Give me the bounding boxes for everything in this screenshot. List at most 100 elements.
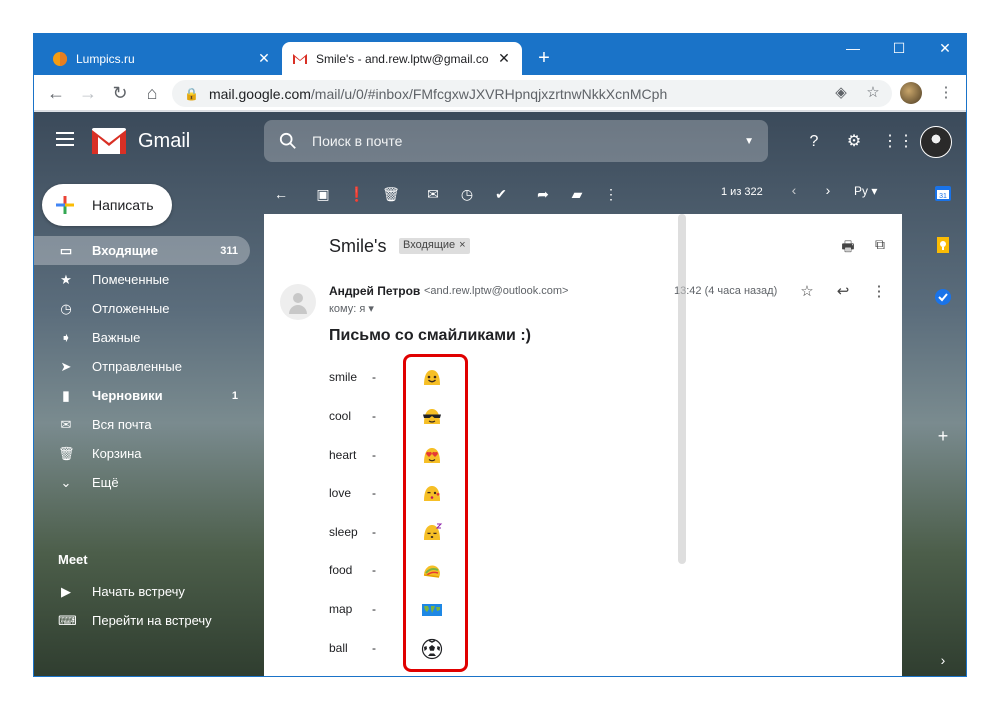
browser-toolbar: ← → ↻ ⌂ 🔒 mail.google.com/mail/u/0/#inbo…: [34, 75, 966, 111]
archive-icon[interactable]: ▣: [306, 182, 340, 206]
draft-icon: ▮: [62, 387, 70, 403]
calendar-icon[interactable]: 31: [934, 184, 952, 202]
meet-join-meeting[interactable]: ⌨ Перейти на встречу: [34, 606, 250, 635]
expand-panel-icon[interactable]: ›: [934, 652, 952, 668]
bookmark-star-icon[interactable]: ☆: [861, 81, 885, 105]
meet-start-meeting[interactable]: ▶ Начать встречу: [34, 577, 250, 606]
next-page-icon[interactable]: ›: [818, 182, 838, 198]
browser-profile-avatar[interactable]: [900, 82, 922, 104]
emoji-dash: -: [372, 409, 376, 423]
details-dropdown-icon[interactable]: ▾: [368, 303, 374, 315]
account-avatar[interactable]: [920, 126, 952, 158]
sidebar-item-starred[interactable]: ★ Помеченные: [34, 265, 250, 294]
emoji-highlight-frame: [403, 354, 468, 672]
message-subject: Smile's: [329, 236, 387, 256]
mark-unread-icon[interactable]: ✉: [416, 182, 450, 206]
home-button[interactable]: ⌂: [140, 81, 164, 105]
plus-icon: [56, 196, 74, 214]
reload-button[interactable]: ↻: [108, 81, 132, 105]
search-icon: [279, 132, 296, 149]
move-to-icon[interactable]: ➦: [526, 182, 560, 206]
scrollbar-thumb[interactable]: [678, 214, 686, 564]
close-tab-icon[interactable]: ✕: [496, 50, 512, 67]
apps-grid-icon[interactable]: ⋮⋮: [882, 130, 914, 154]
meet-list: ▶ Начать встречу ⌨ Перейти на встречу: [34, 577, 250, 635]
emoji-dash: -: [372, 448, 376, 462]
main-menu-icon[interactable]: [56, 132, 74, 146]
inbox-icon: ▭: [59, 242, 73, 258]
extension-icon[interactable]: ◈: [829, 81, 853, 105]
sidebar-item-inbox[interactable]: ▭ Входящие 311: [34, 236, 250, 265]
gmail-logo-text: Gmail: [138, 130, 191, 152]
draft-count: 1: [231, 389, 238, 402]
report-spam-icon[interactable]: ❗: [340, 182, 374, 206]
emoji-dash: -: [372, 486, 376, 500]
search-options-icon[interactable]: ▼: [744, 136, 754, 147]
add-task-icon[interactable]: ✔: [484, 182, 518, 206]
emoji-word: heart: [329, 448, 357, 462]
sidebar-item-label: Помеченные: [92, 272, 170, 287]
more-actions-icon[interactable]: ⋮: [594, 182, 628, 206]
sidebar-item-more[interactable]: ⌄ Ещё: [34, 468, 250, 497]
input-language-selector[interactable]: Ру ▾: [854, 184, 877, 198]
label-chip-text: Входящие: [403, 239, 456, 251]
reply-icon[interactable]: ↩: [832, 282, 854, 300]
open-new-window-icon[interactable]: ⧉: [870, 236, 890, 253]
message-scrollbar[interactable]: [678, 214, 686, 564]
sidebar-item-snoozed[interactable]: ◷ Отложенные: [34, 294, 250, 323]
message-toolbar: ← ▣ ❗ 🗑 ✉ ◷ ✔ ➦ ▰ ⋮: [264, 174, 914, 214]
mail-icon: ✉: [60, 416, 72, 432]
minimize-button[interactable]: —: [830, 40, 876, 56]
tasks-icon[interactable]: [934, 288, 952, 306]
add-addon-icon[interactable]: +: [934, 426, 952, 447]
compose-button[interactable]: Написать: [42, 184, 172, 226]
sidebar-item-drafts[interactable]: ▮ Черновики 1: [34, 381, 250, 410]
star-message-icon[interactable]: ☆: [796, 282, 818, 300]
close-tab-icon[interactable]: ✕: [256, 50, 272, 67]
sidebar-item-label: Важные: [92, 330, 141, 345]
video-icon: ▶: [61, 583, 71, 599]
message-time: 13:42 (4 часа назад): [674, 285, 778, 297]
sender-email: <and.rew.lptw@outlook.com>: [424, 285, 569, 297]
forward-button[interactable]: →: [76, 81, 100, 105]
prev-page-icon[interactable]: ‹: [784, 182, 804, 198]
tab-gmail[interactable]: Smile's - and.rew.lptw@gmail.co ✕: [282, 42, 522, 75]
remove-label-icon[interactable]: ×: [459, 239, 465, 251]
sidebar-nav: ▭ Входящие 311 ★ Помеченные ◷ Отложенные…: [34, 236, 250, 497]
back-button[interactable]: ←: [44, 81, 68, 105]
message-body-title: Письмо со смайликами :): [329, 327, 531, 344]
close-window-button[interactable]: ✕: [922, 40, 966, 57]
snooze-icon[interactable]: ◷: [450, 182, 484, 206]
sidebar-item-trash[interactable]: 🗑 Корзина: [34, 439, 250, 468]
emoji-word: map: [329, 602, 353, 616]
tab-title: Smile's - and.rew.lptw@gmail.co: [316, 51, 489, 66]
keep-icon[interactable]: [934, 236, 952, 254]
tab-lumpics[interactable]: Lumpics.ru ✕: [42, 42, 282, 75]
emoji-dash: -: [372, 641, 376, 655]
search-input[interactable]: Поиск в почте: [312, 133, 744, 149]
help-icon[interactable]: ?: [802, 130, 826, 154]
emoji-word: cool: [329, 409, 352, 423]
new-tab-button[interactable]: +: [532, 46, 556, 70]
emoji-dash: -: [372, 525, 376, 539]
emoji-word: smile: [329, 370, 358, 384]
back-arrow-icon[interactable]: ←: [264, 182, 298, 206]
emoji-word: ball: [329, 641, 348, 655]
delete-icon[interactable]: 🗑: [374, 182, 408, 206]
label-icon[interactable]: ▰: [560, 182, 594, 206]
trash-icon: 🗑: [58, 445, 75, 461]
message-more-icon[interactable]: ⋮: [868, 282, 890, 300]
address-bar[interactable]: 🔒 mail.google.com/mail/u/0/#inbox/FMfcgx…: [172, 80, 892, 107]
sidebar-item-important[interactable]: ➧ Важные: [34, 323, 250, 352]
maximize-button[interactable]: ☐: [876, 40, 922, 57]
print-icon[interactable]: 🖶: [838, 236, 858, 260]
settings-gear-icon[interactable]: ⚙: [842, 130, 866, 154]
sidebar-item-label: Отправленные: [92, 359, 182, 374]
sidebar-item-all-mail[interactable]: ✉ Вся почта: [34, 410, 250, 439]
menu-kebab-icon[interactable]: ⋮: [934, 81, 958, 105]
search-box[interactable]: Поиск в почте ▼: [264, 120, 768, 162]
recipient-line[interactable]: кому: я ▾: [329, 302, 374, 315]
send-icon: ➤: [60, 358, 72, 374]
lock-icon: 🔒: [184, 86, 199, 101]
sidebar-item-sent[interactable]: ➤ Отправленные: [34, 352, 250, 381]
